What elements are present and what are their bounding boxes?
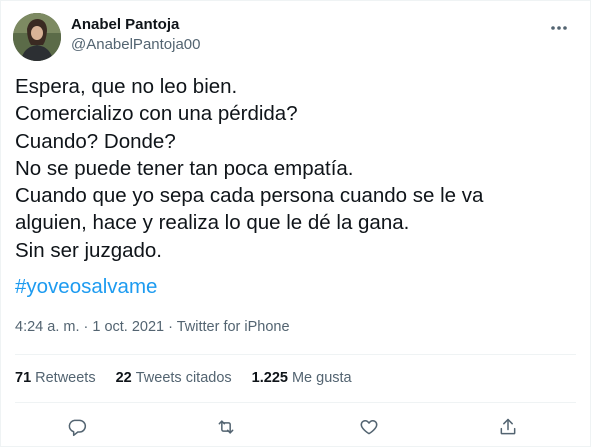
tweet-timestamp[interactable]: 4:24 a. m. · 1 oct. 2021 · Twitter for i…: [15, 317, 290, 337]
stat-quote-tweets[interactable]: 22 Tweets citados: [116, 368, 232, 388]
stat-number: 22: [115, 370, 132, 386]
avatar-image: [13, 13, 61, 61]
stat-retweets[interactable]: 71 Retweets: [15, 368, 96, 388]
more-options-icon[interactable]: [548, 17, 570, 39]
stat-label: Me gusta: [291, 370, 352, 386]
hashtag-link[interactable]: #yoveosalvame: [15, 273, 157, 300]
stat-number: 71: [15, 370, 32, 386]
author-display-name[interactable]: Anabel Pantoja: [71, 16, 201, 34]
author-handle[interactable]: @AnabelPantoja00: [71, 34, 201, 56]
divider: [15, 354, 576, 355]
tweet-card: Anabel Pantoja @AnabelPantoja00 Espera, …: [0, 0, 591, 447]
avatar[interactable]: [13, 13, 61, 61]
tweet-text: Espera, que no leo bien. Comercializo co…: [15, 75, 484, 262]
author-names: Anabel Pantoja @AnabelPantoja00: [71, 16, 201, 56]
like-icon[interactable]: [356, 414, 382, 440]
divider: [15, 402, 576, 403]
stat-likes[interactable]: 1.225 Me gusta: [252, 368, 352, 388]
stat-label: Tweets citados: [135, 370, 232, 386]
tweet-stats: 71 Retweets 22 Tweets citados 1.225 Me gust…: [15, 368, 372, 388]
tweet-header: Anabel Pantoja @AnabelPantoja00: [13, 11, 578, 61]
stat-number: 1.225: [251, 370, 288, 386]
action-bar: [1, 414, 590, 440]
stat-label: Retweets: [35, 370, 96, 386]
retweet-icon[interactable]: [213, 414, 239, 440]
reply-icon[interactable]: [64, 414, 90, 440]
share-icon[interactable]: [495, 414, 521, 440]
